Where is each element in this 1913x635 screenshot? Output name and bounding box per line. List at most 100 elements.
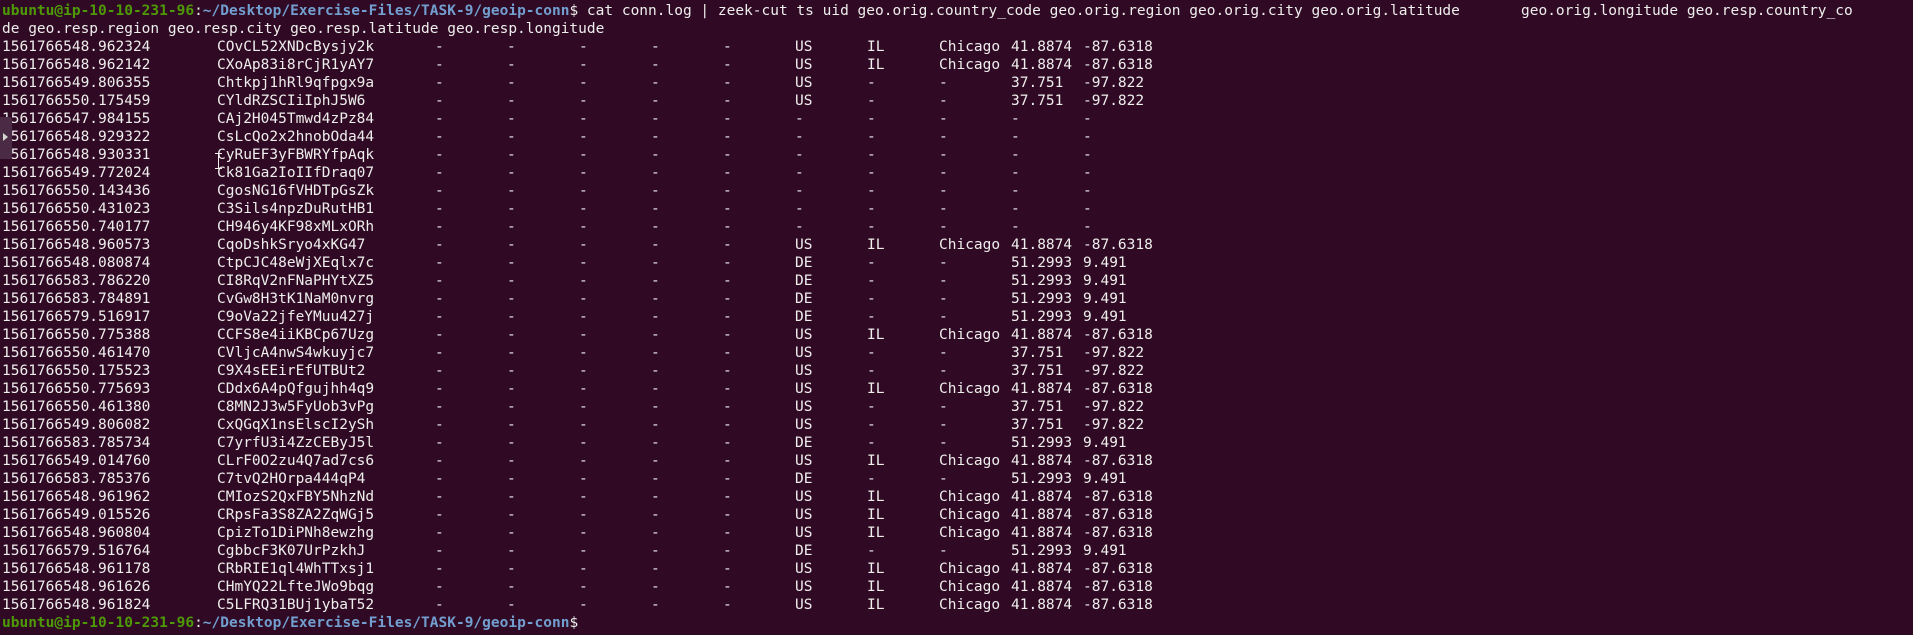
cell-resp-latitude: - xyxy=(1011,219,1020,235)
cell-uid: CqoDshkSryo4xKG47 xyxy=(217,237,366,253)
side-panel-handle[interactable] xyxy=(0,117,12,159)
output-rows: 1561766548.962324 COvCL52XNDcBysjy2k - - - - -… xyxy=(2,38,1913,614)
cell-uid: CtpCJC48eWjXEqlx7c xyxy=(217,255,375,271)
cell-orig-region: - xyxy=(507,579,516,595)
cell-resp-region: - xyxy=(867,417,876,433)
cell-resp-region: - xyxy=(867,111,876,127)
cell-resp-country-code: DE xyxy=(795,291,813,307)
cell-uid: CVljcA4nwS4wkuyjc7 xyxy=(217,345,375,361)
cell-resp-city: - xyxy=(939,201,948,217)
table-row: 1561766548.962324 COvCL52XNDcBysjy2k - - - - -… xyxy=(2,38,1913,56)
cell-resp-latitude: 37.751 xyxy=(1011,417,1064,433)
cell-resp-region: IL xyxy=(867,489,885,505)
cell-ts: 1561766550.775388 xyxy=(2,327,151,343)
cell-orig-city: - xyxy=(579,363,588,379)
text-cursor-icon xyxy=(215,153,223,169)
cell-resp-region: - xyxy=(867,201,876,217)
cell-resp-city: - xyxy=(939,345,948,361)
cell-resp-latitude: - xyxy=(1011,129,1020,145)
cell-uid: Chtkpj1hRl9qfpgx9a xyxy=(217,75,375,91)
cell-orig-region: - xyxy=(507,147,516,163)
cell-orig-latitude: - xyxy=(651,255,660,271)
table-row: 1561766549.015526 CRpsFa3S8ZA2ZqWGj5 - - - - -… xyxy=(2,506,1913,524)
cell-resp-region: IL xyxy=(867,507,885,523)
cell-ts: 1561766548.929322 xyxy=(2,129,151,145)
table-row: 1561766548.961962 CMIozS2QxFBY5NhzNd - - - - -… xyxy=(2,488,1913,506)
prompt-user-host: ubuntu@ip-10-10-231-96 xyxy=(2,3,195,19)
cell-orig-longitude: - xyxy=(723,201,732,217)
cell-ts: 1561766549.014760 xyxy=(2,453,151,469)
cell-orig-latitude: - xyxy=(651,435,660,451)
cell-resp-region: - xyxy=(867,219,876,235)
cell-orig-city: - xyxy=(579,489,588,505)
cell-orig-region: - xyxy=(507,39,516,55)
cell-orig-region: - xyxy=(507,363,516,379)
terminal-window[interactable]: { "prompt": { "user_host": "ubuntu@ip-10… xyxy=(0,0,1913,635)
prompt-symbol: $ xyxy=(569,3,579,19)
cell-orig-city: - xyxy=(579,561,588,577)
cell-resp-latitude: 41.8874 xyxy=(1011,597,1073,613)
cell-orig-country-code: - xyxy=(435,597,444,613)
table-row: 1561766583.785734 C7yrfU3i4ZzCEByJ5l - - - - -… xyxy=(2,434,1913,452)
terminal-output[interactable]: ubuntu@ip-10-10-231-96:~/Desktop/Exercis… xyxy=(2,2,1913,632)
cell-resp-country-code: US xyxy=(795,561,813,577)
cell-orig-latitude: - xyxy=(651,237,660,253)
table-row: 1561766550.143436 CgosNG16fVHDTpGsZk - - - - -… xyxy=(2,182,1913,200)
cell-orig-latitude: - xyxy=(651,597,660,613)
cell-resp-country-code: US xyxy=(795,363,813,379)
cell-orig-latitude: - xyxy=(651,471,660,487)
table-row: 1561766550.775693 CDdx6A4pQfgujhh4q9 - - - - -… xyxy=(2,380,1913,398)
cell-uid: CDdx6A4pQfgujhh4q9 xyxy=(217,381,375,397)
cell-orig-region: - xyxy=(507,111,516,127)
active-prompt-line[interactable]: ubuntu@ip-10-10-231-96:~/Desktop/Exercis… xyxy=(2,614,1913,632)
cell-orig-city: - xyxy=(579,57,588,73)
cell-uid: CsLcQo2x2hnobOda44 xyxy=(217,129,375,145)
cell-orig-city: - xyxy=(579,507,588,523)
cell-orig-country-code: - xyxy=(435,93,444,109)
cell-orig-longitude: - xyxy=(723,147,732,163)
cell-orig-country-code: - xyxy=(435,399,444,415)
cell-resp-country-code: US xyxy=(795,579,813,595)
cell-resp-latitude: 51.2993 xyxy=(1011,543,1073,559)
cell-orig-region: - xyxy=(507,219,516,235)
cell-orig-city: - xyxy=(579,237,588,253)
cell-ts: 1561766550.175523 xyxy=(2,363,151,379)
cell-resp-country-code: - xyxy=(795,147,804,163)
cell-resp-city: - xyxy=(939,471,948,487)
cell-orig-longitude: - xyxy=(723,75,732,91)
cell-resp-latitude: 37.751 xyxy=(1011,345,1064,361)
cell-orig-country-code: - xyxy=(435,489,444,505)
cell-orig-longitude: - xyxy=(723,165,732,181)
cell-ts: 1561766549.806355 xyxy=(2,75,151,91)
cell-orig-city: - xyxy=(579,399,588,415)
cell-orig-region: - xyxy=(507,507,516,523)
cell-orig-country-code: - xyxy=(435,579,444,595)
cell-orig-country-code: - xyxy=(435,309,444,325)
cell-orig-city: - xyxy=(579,165,588,181)
cell-ts: 1561766548.960573 xyxy=(2,237,151,253)
cell-resp-country-code: US xyxy=(795,345,813,361)
cell-orig-region: - xyxy=(507,561,516,577)
cell-orig-latitude: - xyxy=(651,291,660,307)
cell-orig-region: - xyxy=(507,543,516,559)
cell-orig-country-code: - xyxy=(435,75,444,91)
cell-orig-country-code: - xyxy=(435,525,444,541)
cell-orig-country-code: - xyxy=(435,183,444,199)
cell-uid: CgbbcF3K07UrPzkhJ xyxy=(217,543,366,559)
cell-resp-country-code: US xyxy=(795,525,813,541)
cell-orig-region: - xyxy=(507,273,516,289)
cell-resp-longitude: -87.6318 xyxy=(1083,579,1153,595)
cell-orig-region: - xyxy=(507,597,516,613)
cell-resp-longitude: 9.491 xyxy=(1083,435,1127,451)
cell-ts: 1561766550.461470 xyxy=(2,345,151,361)
cell-resp-country-code: - xyxy=(795,201,804,217)
cell-resp-latitude: 41.8874 xyxy=(1011,507,1073,523)
cell-resp-longitude: -97.822 xyxy=(1083,399,1145,415)
cell-ts: 1561766550.461380 xyxy=(2,399,151,415)
cell-orig-latitude: - xyxy=(651,579,660,595)
cell-orig-longitude: - xyxy=(723,219,732,235)
cell-orig-country-code: - xyxy=(435,507,444,523)
cell-resp-city: - xyxy=(939,417,948,433)
cell-ts: 1561766547.984155 xyxy=(2,111,151,127)
cell-resp-city: - xyxy=(939,129,948,145)
